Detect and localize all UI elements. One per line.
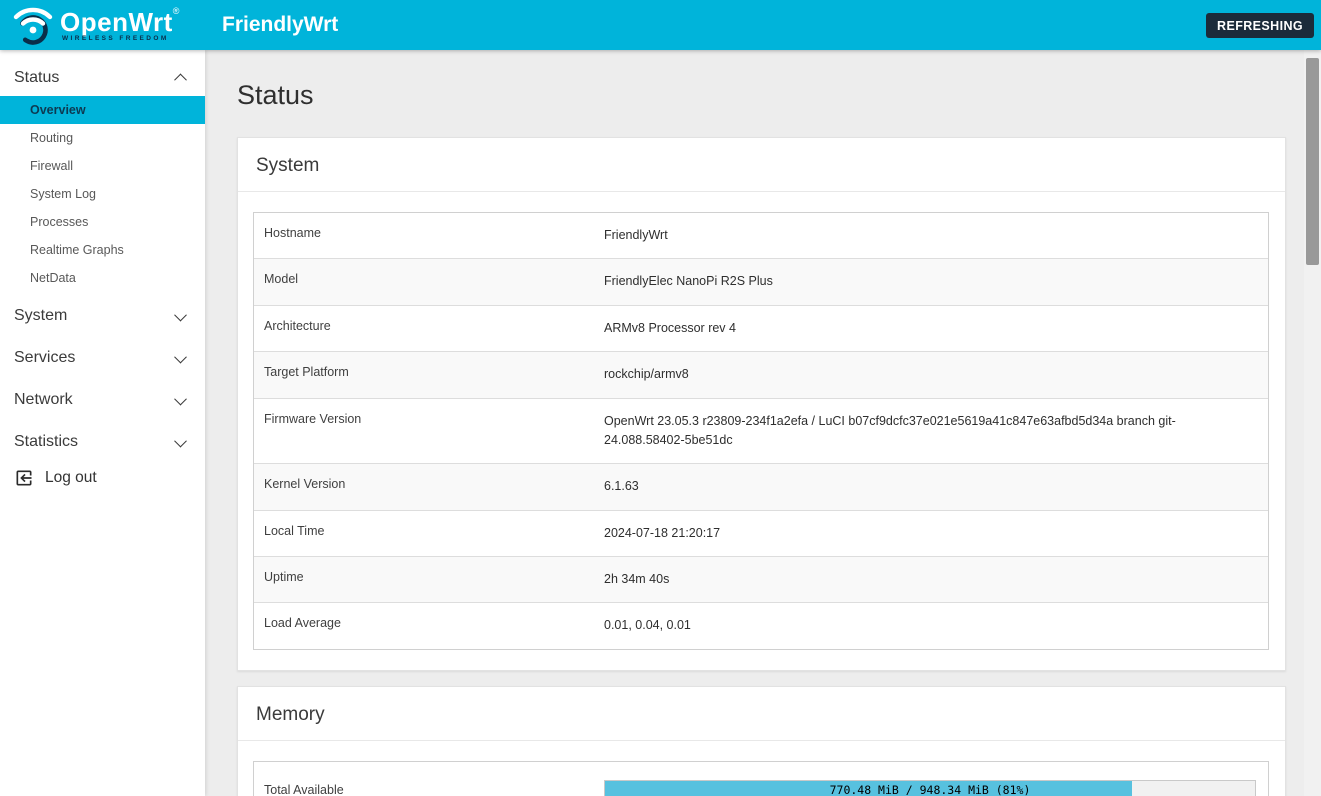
sidebar-section-system[interactable]: System bbox=[0, 298, 205, 334]
sidebar-item-system-log[interactable]: System Log bbox=[0, 180, 205, 208]
sidebar-section-label: System bbox=[14, 307, 67, 325]
memory-card: Memory Total Available770.48 MiB / 948.3… bbox=[237, 686, 1286, 796]
row-label: Model bbox=[254, 259, 604, 304]
chevron-down-icon bbox=[174, 392, 187, 405]
row-value: OpenWrt 23.05.3 r23809-234f1a2efa / LuCI… bbox=[604, 399, 1268, 464]
brand-tagline: WIRELESS FREEDOM bbox=[60, 36, 179, 43]
row-label: Local Time bbox=[254, 511, 604, 556]
table-row: Target Platformrockchip/armv8 bbox=[254, 352, 1268, 398]
registered-mark: ® bbox=[173, 6, 180, 16]
progressbar: 770.48 MiB / 948.34 MiB (81%) bbox=[604, 780, 1256, 796]
sidebar: Status OverviewRoutingFirewallSystem LogP… bbox=[0, 50, 205, 796]
sidebar-section-label: Services bbox=[14, 349, 75, 367]
row-value: FriendlyWrt bbox=[604, 213, 1268, 258]
row-value: 2h 34m 40s bbox=[604, 557, 1268, 602]
sidebar-section-network[interactable]: Network bbox=[0, 382, 205, 418]
system-table: HostnameFriendlyWrtModelFriendlyElec Nan… bbox=[253, 212, 1269, 650]
table-row: Total Available770.48 MiB / 948.34 MiB (… bbox=[254, 762, 1268, 796]
chevron-down-icon bbox=[174, 434, 187, 447]
top-bar: OpenWrt® WIRELESS FREEDOM FriendlyWrt RE… bbox=[0, 0, 1321, 50]
logout-label: Log out bbox=[45, 469, 97, 487]
app-window: OpenWrt® WIRELESS FREEDOM FriendlyWrt RE… bbox=[0, 0, 1321, 796]
row-label: Hostname bbox=[254, 213, 604, 258]
page-title: Status bbox=[237, 80, 1286, 111]
sidebar-section-status[interactable]: Status bbox=[0, 60, 205, 96]
main-content: Status System HostnameFriendlyWrtModelFr… bbox=[205, 50, 1304, 796]
chevron-down-icon bbox=[174, 308, 187, 321]
row-value: 2024-07-18 21:20:17 bbox=[604, 511, 1268, 556]
progressbar-text: 770.48 MiB / 948.34 MiB (81%) bbox=[605, 781, 1255, 796]
table-row: Kernel Version6.1.63 bbox=[254, 464, 1268, 510]
table-row: ArchitectureARMv8 Processor rev 4 bbox=[254, 306, 1268, 352]
memory-card-title: Memory bbox=[238, 687, 1285, 740]
wifi-logo-icon bbox=[8, 0, 58, 50]
system-card-title: System bbox=[238, 138, 1285, 191]
sidebar-section-statistics[interactable]: Statistics bbox=[0, 424, 205, 460]
brand-text: OpenWrt® WIRELESS FREEDOM bbox=[60, 9, 179, 43]
row-value: 6.1.63 bbox=[604, 464, 1268, 509]
sidebar-item-processes[interactable]: Processes bbox=[0, 208, 205, 236]
row-label: Kernel Version bbox=[254, 464, 604, 509]
progressbar-cell: 770.48 MiB / 948.34 MiB (81%) bbox=[604, 762, 1268, 796]
sidebar-section-label: Status bbox=[14, 69, 59, 87]
scrollbar-thumb[interactable] bbox=[1306, 58, 1319, 265]
sidebar-item-routing[interactable]: Routing bbox=[0, 124, 205, 152]
logout-button[interactable]: Log out bbox=[14, 468, 97, 488]
table-row: HostnameFriendlyWrt bbox=[254, 213, 1268, 259]
row-label: Load Average bbox=[254, 603, 604, 648]
logout-icon bbox=[14, 468, 34, 488]
sidebar-item-netdata[interactable]: NetData bbox=[0, 264, 205, 292]
divider bbox=[238, 740, 1285, 741]
openwrt-logo: OpenWrt® WIRELESS FREEDOM bbox=[8, 0, 179, 50]
row-value: FriendlyElec NanoPi R2S Plus bbox=[604, 259, 1268, 304]
sidebar-nav: Status OverviewRoutingFirewallSystem LogP… bbox=[0, 50, 205, 466]
table-row: Local Time2024-07-18 21:20:17 bbox=[254, 511, 1268, 557]
row-label: Firmware Version bbox=[254, 399, 604, 464]
sidebar-section-label: Statistics bbox=[14, 433, 78, 451]
sidebar-item-overview[interactable]: Overview bbox=[0, 96, 205, 124]
sidebar-section-label: Network bbox=[14, 391, 73, 409]
page-header-title: FriendlyWrt bbox=[222, 13, 338, 37]
row-label: Architecture bbox=[254, 306, 604, 351]
chevron-up-icon bbox=[174, 73, 187, 86]
row-value: rockchip/armv8 bbox=[604, 352, 1268, 397]
row-value: ARMv8 Processor rev 4 bbox=[604, 306, 1268, 351]
row-label: Target Platform bbox=[254, 352, 604, 397]
row-value: 0.01, 0.04, 0.01 bbox=[604, 603, 1268, 648]
table-row: Load Average0.01, 0.04, 0.01 bbox=[254, 603, 1268, 648]
memory-table: Total Available770.48 MiB / 948.34 MiB (… bbox=[253, 761, 1269, 796]
brand-name: OpenWrt bbox=[60, 7, 173, 37]
system-card: System HostnameFriendlyWrtModelFriendlyE… bbox=[237, 137, 1286, 671]
table-row: Firmware VersionOpenWrt 23.05.3 r23809-2… bbox=[254, 399, 1268, 465]
nav-gap bbox=[0, 460, 205, 466]
row-label: Total Available bbox=[254, 763, 604, 796]
scrollbar-track[interactable] bbox=[1304, 50, 1321, 796]
refreshing-button[interactable]: REFRESHING bbox=[1206, 13, 1314, 38]
row-label: Uptime bbox=[254, 557, 604, 602]
sidebar-item-firewall[interactable]: Firewall bbox=[0, 152, 205, 180]
divider bbox=[238, 191, 1285, 192]
table-row: Uptime2h 34m 40s bbox=[254, 557, 1268, 603]
chevron-down-icon bbox=[174, 350, 187, 363]
sidebar-section-services[interactable]: Services bbox=[0, 340, 205, 376]
table-row: ModelFriendlyElec NanoPi R2S Plus bbox=[254, 259, 1268, 305]
sidebar-item-realtime-graphs[interactable]: Realtime Graphs bbox=[0, 236, 205, 264]
